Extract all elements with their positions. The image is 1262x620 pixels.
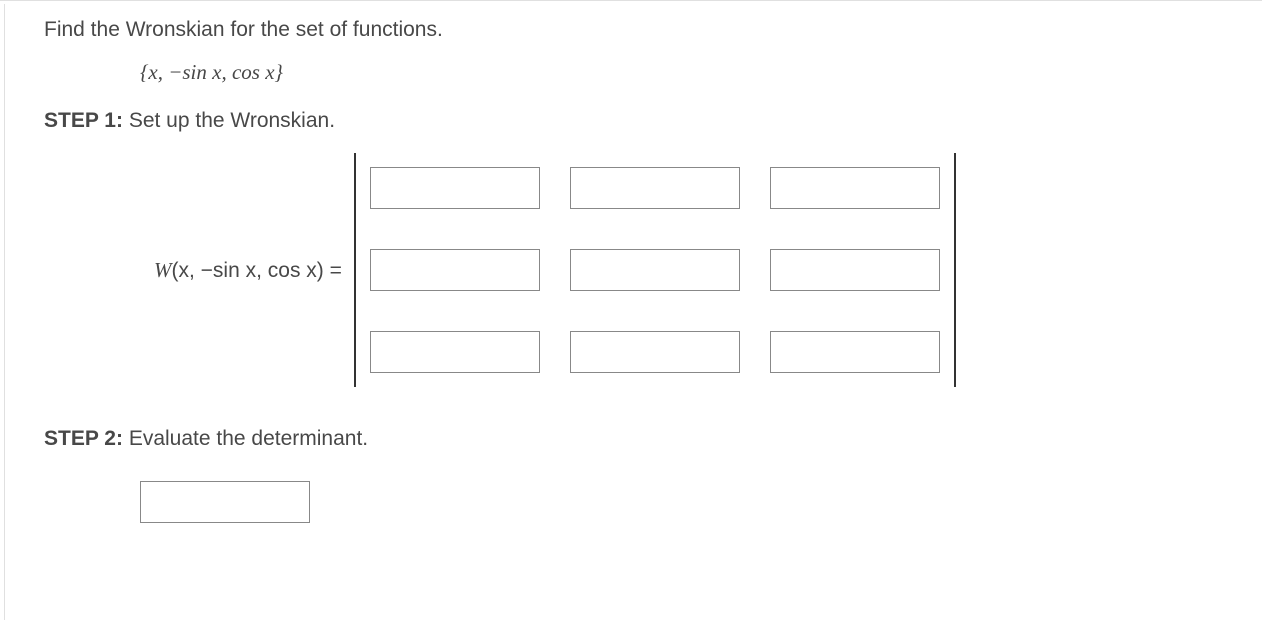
matrix-cell-2-0[interactable]	[370, 331, 540, 373]
step-1-line: STEP 1: Set up the Wronskian.	[44, 109, 1242, 133]
wronskian-w: W	[154, 258, 172, 282]
matrix-cell-0-0[interactable]	[370, 167, 540, 209]
matrix-cell-0-1[interactable]	[570, 167, 740, 209]
step-1-label: STEP 1:	[44, 109, 123, 132]
step-2-label: STEP 2:	[44, 427, 123, 450]
question-content: Find the Wronskian for the set of functi…	[44, 18, 1242, 523]
wronskian-label: W(x, −sin x, cos x) =	[154, 258, 342, 283]
determinant-grid	[356, 153, 954, 387]
step-2-line: STEP 2: Evaluate the determinant.	[44, 427, 1242, 451]
det-right-bar	[954, 153, 956, 387]
question-prompt: Find the Wronskian for the set of functi…	[44, 18, 1242, 42]
wronskian-args: (x, −sin x, cos x) =	[172, 259, 342, 282]
determinant	[354, 153, 956, 387]
step-2-section: STEP 2: Evaluate the determinant.	[44, 427, 1242, 523]
matrix-cell-2-2[interactable]	[770, 331, 940, 373]
matrix-cell-1-1[interactable]	[570, 249, 740, 291]
function-set-text: {x, −sin x, cos x}	[140, 60, 283, 84]
matrix-cell-2-1[interactable]	[570, 331, 740, 373]
left-divider	[4, 4, 5, 620]
matrix-cell-1-0[interactable]	[370, 249, 540, 291]
determinant-answer-input[interactable]	[140, 481, 310, 523]
step-2-text: Evaluate the determinant.	[123, 427, 368, 450]
wronskian-row: W(x, −sin x, cos x) =	[154, 153, 1242, 387]
function-set: {x, −sin x, cos x}	[140, 60, 1242, 85]
matrix-cell-0-2[interactable]	[770, 167, 940, 209]
matrix-cell-1-2[interactable]	[770, 249, 940, 291]
step-1-text: Set up the Wronskian.	[123, 109, 335, 132]
top-divider	[0, 0, 1262, 1]
